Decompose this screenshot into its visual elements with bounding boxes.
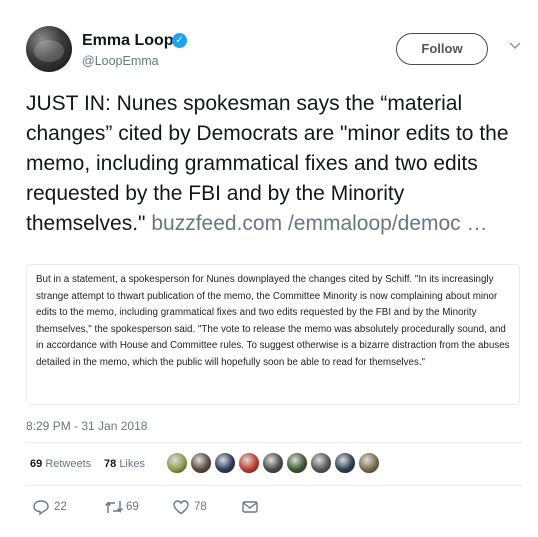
liker-avatar[interactable]	[334, 452, 356, 474]
tweet-header: Emma Loop ✓ @LoopEmma Follow	[26, 26, 522, 78]
follow-button[interactable]: Follow	[396, 33, 488, 65]
reply-icon	[33, 500, 49, 516]
quote-card-text: But in a statement, a spokesperson for N…	[36, 274, 510, 368]
retweet-count: 69	[126, 501, 139, 513]
liker-avatar[interactable]	[262, 452, 284, 474]
chevron-down-icon[interactable]	[508, 38, 522, 52]
author-handle[interactable]: @LoopEmma	[82, 54, 159, 68]
liker-avatar[interactable]	[358, 452, 380, 474]
likes-count: 78	[104, 458, 117, 470]
author-name[interactable]: Emma Loop	[82, 32, 174, 50]
likes-stat[interactable]: 78 Likes	[104, 458, 145, 470]
tweet-link-ellipsis[interactable]: …	[467, 212, 488, 235]
retweet-icon	[105, 501, 123, 513]
envelope-icon	[242, 501, 258, 513]
tweet-timestamp[interactable]: 8:29 PM - 31 Jan 2018	[26, 419, 147, 433]
author-avatar[interactable]	[26, 26, 72, 72]
tweet-text: JUST IN: Nunes spokesman says the “mater…	[26, 89, 522, 239]
liker-avatar[interactable]	[214, 452, 236, 474]
liker-avatar[interactable]	[190, 452, 212, 474]
heart-icon	[173, 500, 189, 515]
tweet-stats: 69 Retweets 78 Likes	[26, 448, 522, 482]
quote-card[interactable]: But in a statement, a spokesperson for N…	[26, 264, 520, 405]
retweets-stat[interactable]: 69 Retweets	[30, 458, 91, 470]
divider	[26, 485, 522, 486]
tweet-actions: 22 69 78	[26, 493, 522, 523]
retweets-label: Retweets	[45, 458, 92, 470]
liker-avatar[interactable]	[238, 452, 260, 474]
likes-label: Likes	[119, 458, 145, 470]
liker-avatar[interactable]	[310, 452, 332, 474]
tweet-link[interactable]: buzzfeed.com /emmaloop/democ …	[151, 212, 487, 235]
liker-avatar[interactable]	[166, 452, 188, 474]
tweet-link-part1[interactable]: buzzfeed.com	[151, 212, 282, 235]
tweet-link-part2[interactable]: /emmaloop/democ	[288, 212, 461, 235]
retweets-count: 69	[30, 458, 43, 470]
reply-count: 22	[54, 501, 67, 513]
verified-badge-icon: ✓	[172, 33, 187, 48]
like-count: 78	[194, 501, 207, 513]
liker-avatar[interactable]	[286, 452, 308, 474]
divider	[26, 442, 522, 443]
